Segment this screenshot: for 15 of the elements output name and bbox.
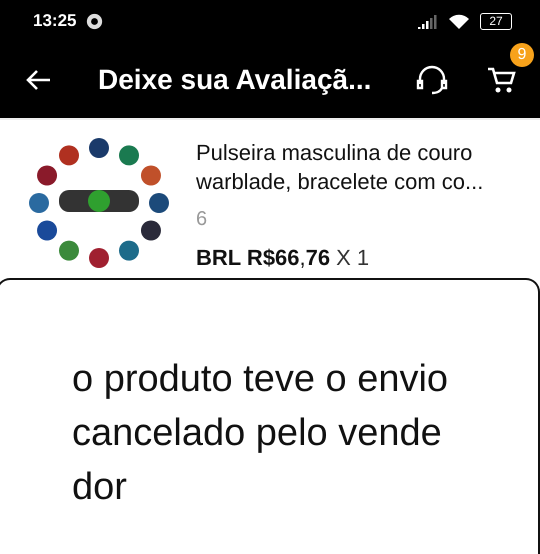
back-button[interactable] [26, 69, 52, 91]
cart-count-badge: 9 [510, 43, 534, 67]
product-name: Pulseira masculina de couro warblade, bracelete com co... [196, 139, 484, 196]
product-count: 6 [196, 208, 208, 231]
wifi-icon [448, 12, 470, 30]
headset-icon[interactable] [414, 64, 450, 96]
status-time: 13:25 [33, 11, 76, 31]
signal-icon [418, 13, 438, 29]
product-price: BRL R$66,76 [196, 245, 330, 271]
battery-icon: 27 [480, 12, 512, 30]
product-quantity: X 1 [336, 245, 370, 271]
browser-icon [86, 12, 104, 30]
cart-icon[interactable] [486, 65, 516, 95]
review-field[interactable]: o produto teve o envio cancelado pelo vendedor [0, 278, 540, 554]
page-title: Deixe sua Avaliaçã... [98, 64, 372, 96]
